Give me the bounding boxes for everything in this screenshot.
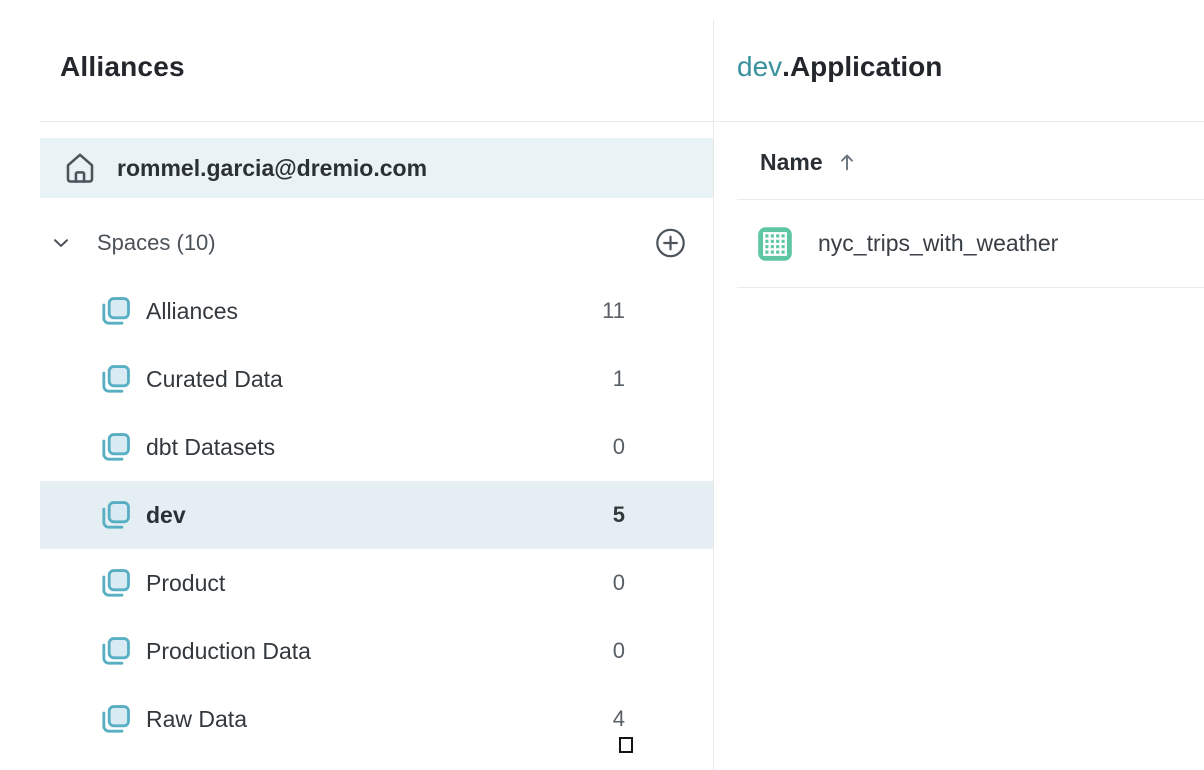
space-dataset-count: 4 [613, 706, 625, 732]
space-dataset-count: 11 [602, 298, 625, 324]
sort-ascending-icon [836, 151, 858, 173]
dataset-table: nyc_trips_with_weather [737, 200, 1204, 287]
dataset-grid-icon [757, 226, 793, 262]
space-dataset-count: 0 [613, 570, 625, 596]
space-name: Production Data [146, 638, 311, 665]
divider [40, 121, 713, 122]
space-name: dev [146, 502, 186, 529]
space-list-item[interactable]: Production Data 0 [40, 617, 713, 685]
dremio-catalog-page: Alliances rommel.garcia@dremio.com Space… [0, 0, 1204, 770]
layered-squares-icon [99, 294, 133, 328]
space-dataset-count: 0 [613, 638, 625, 664]
home-icon [62, 150, 98, 186]
breadcrumb-space[interactable]: dev [737, 51, 782, 82]
home-space-item[interactable]: rommel.garcia@dremio.com [40, 138, 713, 198]
space-list-item[interactable]: Product 0 [40, 549, 713, 617]
home-space-label: rommel.garcia@dremio.com [117, 155, 427, 182]
space-name: Alliances [146, 298, 238, 325]
space-name: Raw Data [146, 706, 247, 733]
breadcrumb-separator: . [782, 51, 790, 82]
sidebar-title: Alliances [60, 51, 185, 83]
dataset-name: nyc_trips_with_weather [818, 230, 1058, 257]
space-name: Curated Data [146, 366, 283, 393]
spaces-list: Alliances 11 Curated Data 1 [40, 277, 713, 753]
name-column-label: Name [760, 149, 823, 176]
layered-squares-icon [99, 498, 133, 532]
divider [714, 121, 1204, 122]
breadcrumb-folder: Application [790, 51, 942, 82]
add-space-button[interactable] [654, 227, 687, 260]
space-list-item[interactable]: Alliances 11 [40, 277, 713, 345]
dataset-row[interactable]: nyc_trips_with_weather [737, 200, 1204, 287]
space-dataset-count: 0 [613, 434, 625, 460]
missing-glyph-box [619, 737, 633, 753]
divider [737, 287, 1204, 288]
space-list-item[interactable]: dbt Datasets 0 [40, 413, 713, 481]
spaces-sidebar: Alliances rommel.garcia@dremio.com Space… [0, 0, 713, 770]
chevron-down-icon[interactable] [50, 232, 72, 254]
space-list-item[interactable]: Curated Data 1 [40, 345, 713, 413]
layered-squares-icon [99, 702, 133, 736]
space-dataset-count: 5 [613, 502, 625, 528]
breadcrumb-title: dev.Application [737, 51, 942, 83]
spaces-section-label: Spaces (10) [97, 230, 216, 256]
space-list-item[interactable]: Raw Data 4 [40, 685, 713, 753]
column-header-name[interactable]: Name [760, 134, 858, 190]
space-list-item[interactable]: dev 5 [40, 481, 713, 549]
space-name: dbt Datasets [146, 434, 275, 461]
spaces-section-header: Spaces (10) [40, 221, 713, 265]
space-dataset-count: 1 [613, 366, 625, 392]
layered-squares-icon [99, 634, 133, 668]
space-content-panel: dev.Application Name [714, 0, 1204, 770]
layered-squares-icon [99, 430, 133, 464]
space-name: Product [146, 570, 225, 597]
layered-squares-icon [99, 566, 133, 600]
layered-squares-icon [99, 362, 133, 396]
